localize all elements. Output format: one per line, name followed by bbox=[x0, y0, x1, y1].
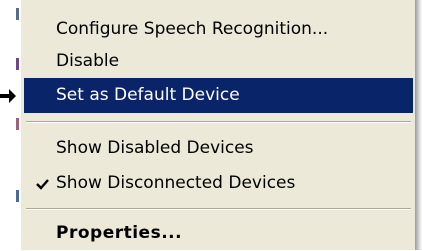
menu-item-label: Properties... bbox=[56, 223, 183, 243]
menu-item-configure-speech-recognition[interactable]: Configure Speech Recognition... bbox=[24, 12, 413, 47]
arrow-pointer-icon bbox=[0, 89, 16, 103]
background-edge-mark bbox=[16, 118, 19, 130]
menu-item-label: Show Disconnected Devices bbox=[56, 173, 296, 193]
menu-item-label: Disable bbox=[56, 51, 120, 71]
background-edge-mark bbox=[16, 190, 19, 202]
menu-separator bbox=[26, 208, 411, 210]
background-edge-mark bbox=[16, 8, 19, 20]
menu-item-label: Show Disabled Devices bbox=[56, 138, 254, 158]
menu-drop-shadow bbox=[415, 0, 422, 250]
menu-item-show-disconnected-devices[interactable]: Show Disconnected Devices bbox=[24, 166, 413, 201]
checkmark-icon bbox=[36, 179, 49, 190]
context-menu: Configure Speech Recognition... Disable … bbox=[20, 0, 416, 250]
menu-item-show-disabled-devices[interactable]: Show Disabled Devices bbox=[24, 131, 413, 166]
menu-item-disable[interactable]: Disable bbox=[24, 44, 413, 79]
menu-item-label: Set as Default Device bbox=[56, 85, 240, 105]
menu-item-set-as-default-device[interactable]: Set as Default Device bbox=[24, 78, 413, 113]
menu-item-label: Configure Speech Recognition... bbox=[56, 19, 329, 39]
menu-item-properties[interactable]: Properties... bbox=[24, 216, 413, 251]
background-window-edge bbox=[0, 0, 20, 250]
background-edge-mark bbox=[16, 58, 19, 70]
menu-separator bbox=[26, 121, 411, 123]
